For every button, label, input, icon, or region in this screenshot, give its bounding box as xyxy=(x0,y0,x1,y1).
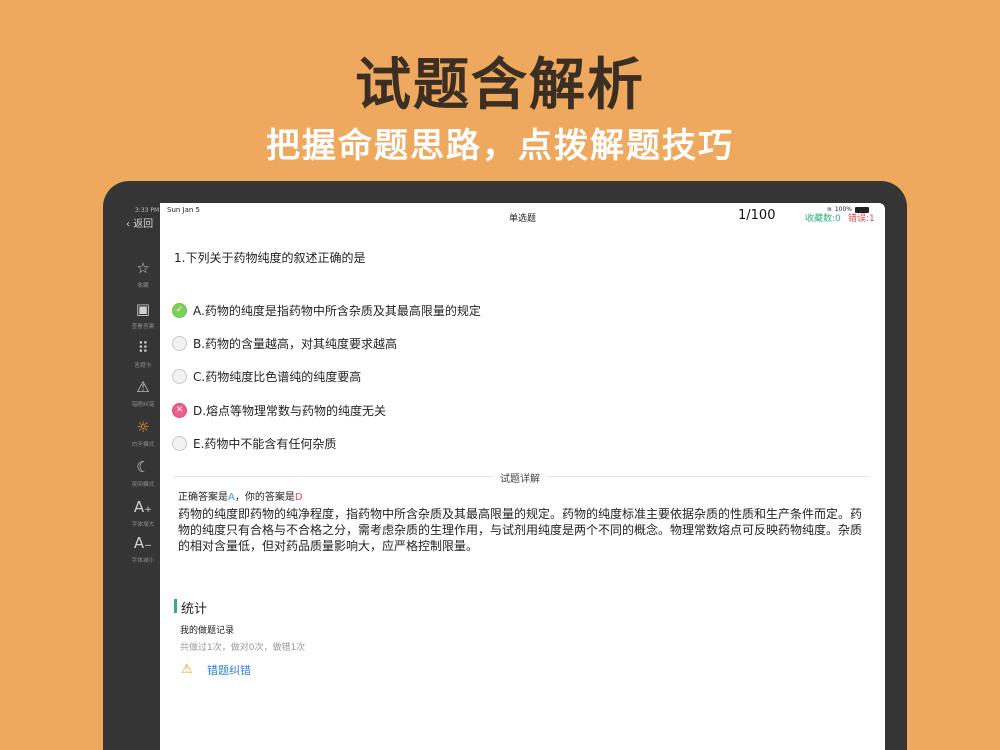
star-icon: ☆ xyxy=(136,259,150,277)
sidebar-status-time: 3:33 PM xyxy=(135,207,160,214)
sidebar-item-font-decrease[interactable]: A₋ 字体减小 xyxy=(124,533,162,564)
option-label: D.熔点等物理常数与药物的纯度无关 xyxy=(193,403,387,418)
record-title: 我的做题记录 xyxy=(180,626,235,636)
answer-prefix: 正确答案是 xyxy=(178,492,228,503)
moon-icon: ☾ xyxy=(136,458,150,476)
sidebar-item-view-answer[interactable]: ▣ 查看答案 xyxy=(124,299,162,330)
radio-icon xyxy=(172,435,187,451)
sidebar-item-font-increase[interactable]: A₊ 字体增大 xyxy=(124,497,162,528)
sidebar-item-night-mode[interactable]: ☾ 夜间模式 xyxy=(124,457,162,488)
question-screen: Sun Jan 5 ≋ 100% 单选题 1/100 收藏数:0 错误:1 1.… xyxy=(160,203,885,750)
back-button[interactable]: ‹ 返回 xyxy=(126,215,153,230)
sidebar-item-label: 白天模式 xyxy=(131,441,155,448)
radio-icon xyxy=(172,335,187,351)
favorites-count: 收藏数:0 xyxy=(805,214,841,224)
nav-title: 单选题 xyxy=(508,214,536,224)
sun-icon: ☼ xyxy=(136,418,150,436)
detail-divider-label: 试题详解 xyxy=(492,470,548,485)
question-counter[interactable]: 1/100 xyxy=(738,208,775,223)
my-answer: D xyxy=(294,492,303,503)
sidebar-item-label: 字体增大 xyxy=(131,521,155,528)
answer-middle: ，你的答案是 xyxy=(234,492,295,503)
hero-subtitle: 把握命题思路，点拨解题技巧 xyxy=(266,126,734,166)
option-e[interactable]: E.药物中不能含有任何杂质 xyxy=(172,433,336,453)
sidebar-item-favorite[interactable]: ☆ 收藏 xyxy=(124,258,162,289)
option-label: A.药物的纯度是指药物中所含杂质及其最高限量的规定 xyxy=(193,303,481,318)
option-b[interactable]: B.药物的含量越高，对其纯度要求越高 xyxy=(172,333,397,353)
option-c[interactable]: C.药物纯度比色谱纯的纯度要高 xyxy=(172,366,361,386)
warning-icon: ⚠ xyxy=(136,378,150,396)
errors-count: 错误:1 xyxy=(848,214,875,224)
explanation-text: 药物的纯度即药物的纯净程度，指药物中所含杂质及其最高限量的规定。药物的纯度标准主… xyxy=(178,507,863,553)
record-detail: 共做过1次，做对0次，做错1次 xyxy=(180,643,306,653)
cross-icon: ✕ xyxy=(172,402,187,418)
stats-title: 统计 xyxy=(181,602,208,617)
sidebar-item-label: 字体减小 xyxy=(131,557,155,564)
sidebar-item-label: 错题纠错 xyxy=(131,401,155,408)
sidebar-item-label: 答题卡 xyxy=(134,362,152,369)
chevron-left-icon: ‹ xyxy=(126,219,130,230)
option-a[interactable]: ✓ A.药物的纯度是指药物中所含杂质及其最高限量的规定 xyxy=(172,300,481,320)
sidebar-item-label: 夜间模式 xyxy=(131,481,155,488)
sidebar-item-label: 查看答案 xyxy=(131,323,155,330)
warning-icon: ⚠ xyxy=(181,662,193,677)
option-label: C.药物纯度比色谱纯的纯度要高 xyxy=(193,369,362,384)
sidebar-item-label: 收藏 xyxy=(137,282,149,289)
answer-icon: ▣ xyxy=(135,300,151,318)
correct-answer: A xyxy=(228,492,235,503)
report-error-link[interactable]: 错题纠错 xyxy=(207,662,251,678)
grid-icon: ⠿ xyxy=(137,339,149,357)
option-label: B.药物的含量越高，对其纯度要求越高 xyxy=(193,336,398,351)
option-d[interactable]: ✕ D.熔点等物理常数与药物的纯度无关 xyxy=(172,400,386,420)
back-label: 返回 xyxy=(133,219,154,230)
question-text: 1.下列关于药物纯度的叙述正确的是 xyxy=(174,251,366,265)
sidebar-item-answer-card[interactable]: ⠿ 答题卡 xyxy=(124,338,162,369)
font-increase-icon: A₊ xyxy=(133,498,153,516)
option-label: E.药物中不能含有任何杂质 xyxy=(193,436,337,451)
font-decrease-icon: A₋ xyxy=(133,534,153,552)
sidebar-item-day-mode[interactable]: ☼ 白天模式 xyxy=(124,417,162,448)
hero-title: 试题含解析 xyxy=(355,52,645,118)
sidebar-item-report-error[interactable]: ⚠ 错题纠错 xyxy=(124,377,162,408)
answer-summary: 正确答案是A，你的答案是D xyxy=(178,488,303,503)
radio-icon xyxy=(172,368,187,384)
check-icon: ✓ xyxy=(172,302,187,318)
sidebar: 3:33 PM ‹ 返回 ☆ 收藏 ▣ 查看答案 ⠿ 答题卡 ⚠ 错题纠错 ☼ … xyxy=(124,203,160,750)
stats-accent-bar xyxy=(174,599,177,613)
